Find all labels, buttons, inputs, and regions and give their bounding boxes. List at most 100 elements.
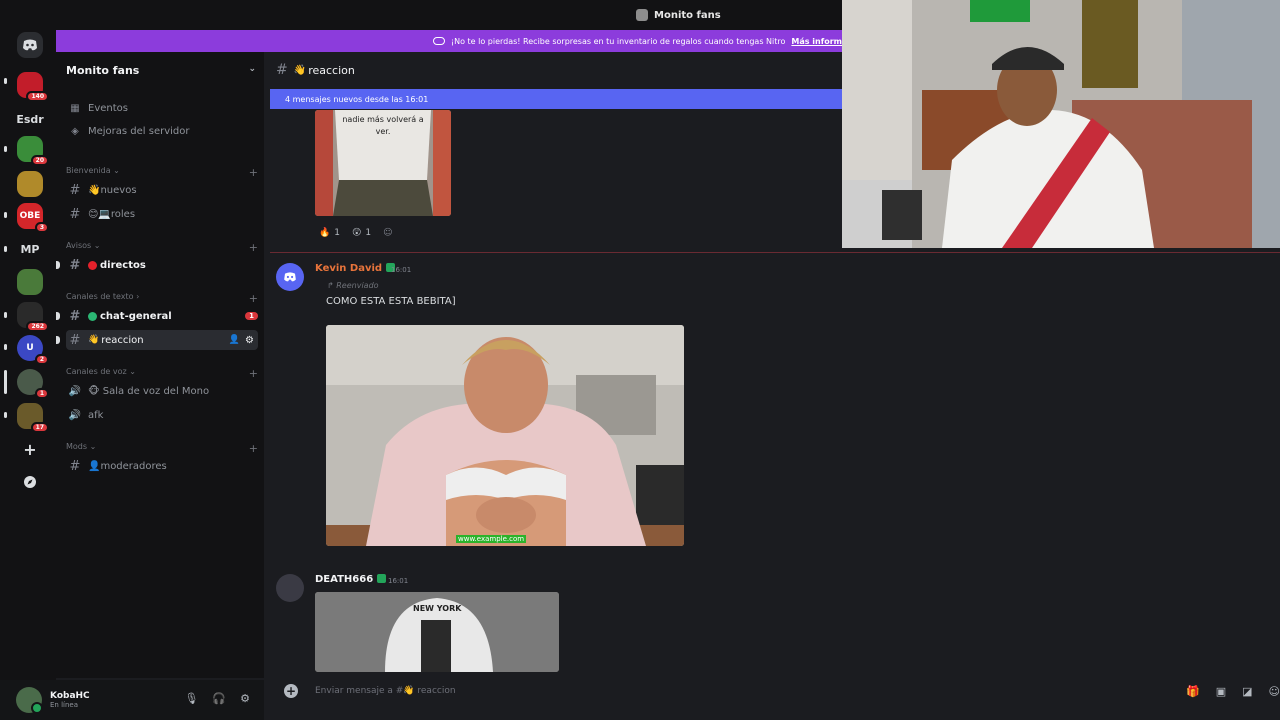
- message-image[interactable]: nadie más volverá a ver.: [315, 110, 451, 216]
- server-name: Monito fans: [66, 64, 140, 77]
- reaction-count: 1: [365, 228, 372, 238]
- message-author[interactable]: Kevin David: [315, 263, 396, 274]
- invite-icon[interactable]: 👤: [229, 335, 240, 345]
- hashtag-icon: #: [69, 332, 81, 348]
- webcam-overlay: [842, 0, 1280, 248]
- add-reaction-button[interactable]: ☺: [379, 228, 396, 238]
- channel-label: directos: [100, 259, 146, 271]
- avatar[interactable]: [276, 263, 304, 291]
- calendar-icon: ▦: [70, 102, 80, 114]
- server-item-11[interactable]: 17: [17, 403, 49, 433]
- boost-icon: ◈: [71, 125, 79, 137]
- add-channel-icon[interactable]: +: [249, 442, 258, 455]
- server-item-4[interactable]: [17, 171, 43, 197]
- sticker-icon[interactable]: ◪: [1242, 685, 1252, 698]
- server-badge: 262: [26, 321, 49, 332]
- category-label: Canales de voz: [66, 367, 127, 376]
- server-item-6[interactable]: MP: [17, 236, 43, 262]
- server-badge: 140: [26, 91, 49, 102]
- channel-header: # 👋 reaccion: [276, 62, 355, 78]
- discord-window: Monito fans 140 Esdr 20 OBE 3 MP 262 U2 1…: [0, 0, 1280, 720]
- category-canales-texto[interactable]: Canales de texto › +: [66, 292, 258, 305]
- channel-reaccion[interactable]: # 👋 reaccion 👤 ⚙: [56, 330, 258, 350]
- reaction-astonished[interactable]: 😲 1: [348, 228, 375, 238]
- wave-emoji-icon: 👋: [293, 64, 307, 76]
- mention-badge: 1: [245, 312, 258, 320]
- unread-indicator: [4, 146, 7, 152]
- channel-nuevos[interactable]: # 👋nuevos: [66, 180, 258, 200]
- channel-moderadores[interactable]: # 👤moderadores: [66, 456, 258, 476]
- server-boosts-link[interactable]: ◈ Mejoras del servidor: [66, 121, 258, 141]
- speaker-icon: 🔊: [68, 385, 82, 397]
- add-server-icon[interactable]: +: [17, 436, 43, 462]
- category-canales-voz[interactable]: Canales de voz ⌄ +: [66, 367, 258, 380]
- hashtag-icon: #: [69, 182, 81, 198]
- category-label: Canales de texto: [66, 292, 134, 301]
- gear-icon[interactable]: ⚙: [245, 335, 254, 346]
- server-item-8[interactable]: 262: [17, 302, 49, 332]
- red-circle-icon: [88, 260, 97, 270]
- add-channel-icon[interactable]: +: [249, 166, 258, 179]
- server-badge: 20: [30, 155, 49, 166]
- server-item-9[interactable]: U2: [17, 335, 49, 365]
- speaker-icon: 🔊: [68, 409, 82, 421]
- add-channel-icon[interactable]: +: [249, 367, 258, 380]
- nitro-banner: ¡No te lo pierdas! Recibe sorpresas en t…: [56, 30, 842, 52]
- server-item-7[interactable]: [17, 269, 43, 295]
- channel-title: reaccion: [308, 63, 355, 77]
- emoji-icon[interactable]: ☺: [1269, 685, 1280, 698]
- microphone-icon[interactable]: 🎙: [184, 692, 198, 705]
- voice-channel-afk[interactable]: 🔊 afk: [66, 405, 258, 425]
- server-item-1[interactable]: 140: [17, 72, 49, 102]
- unread-indicator: [56, 312, 60, 320]
- discord-home-icon[interactable]: [17, 32, 43, 58]
- gift-icon[interactable]: 🎁: [1186, 685, 1200, 698]
- discord-logo-icon: [284, 272, 296, 282]
- category-mods[interactable]: Mods ⌄ +: [66, 442, 258, 455]
- unread-indicator: [56, 261, 60, 269]
- channel-roles[interactable]: # 😊💻roles: [66, 204, 258, 224]
- unread-indicator: [4, 212, 7, 218]
- server-badge: 17: [30, 422, 49, 433]
- reaction-count: 1: [334, 228, 340, 238]
- headphones-icon[interactable]: 🎧: [212, 692, 226, 705]
- voice-channel-sala[interactable]: 🔊 🐵 Sala de voz del Mono: [66, 381, 258, 401]
- avatar[interactable]: [16, 687, 43, 714]
- discover-icon[interactable]: [17, 469, 43, 495]
- message-author[interactable]: DEATH666: [315, 574, 387, 585]
- message-image[interactable]: NEW YORK: [315, 592, 559, 672]
- category-avisos[interactable]: Avisos ⌄ +: [66, 241, 258, 254]
- user-panel: KobaHC En línea 🎙 🎧 ⚙: [0, 680, 264, 720]
- server-item-2[interactable]: Esdr: [16, 106, 43, 132]
- add-attachment-icon[interactable]: +: [284, 684, 298, 698]
- events-label: Eventos: [88, 102, 128, 114]
- gif-icon[interactable]: ▣: [1216, 685, 1226, 698]
- server-header[interactable]: Monito fans ⌄: [66, 64, 258, 77]
- gear-icon[interactable]: ⚙: [240, 692, 250, 705]
- server-badge: 2: [34, 354, 49, 365]
- add-channel-icon[interactable]: +: [249, 292, 258, 305]
- author-name: DEATH666: [315, 574, 374, 585]
- category-bienvenida[interactable]: Bienvenida ⌄ +: [66, 166, 258, 179]
- boosts-label: Mejoras del servidor: [88, 125, 190, 137]
- message-timestamp: 16:01: [388, 577, 409, 585]
- channel-chat-general[interactable]: # chat-general 1: [56, 306, 258, 326]
- unread-indicator: [4, 344, 7, 350]
- events-link[interactable]: ▦ Eventos: [66, 98, 258, 118]
- message-image[interactable]: www.example.com: [326, 325, 684, 546]
- wave-emoji-icon: 👋: [88, 335, 100, 345]
- window-title: Monito fans: [654, 9, 721, 21]
- server-item-10[interactable]: 1: [17, 369, 49, 399]
- unread-indicator: [4, 312, 7, 318]
- channel-directos[interactable]: # directos: [56, 255, 258, 275]
- server-item-3[interactable]: 20: [17, 136, 49, 166]
- message-input[interactable]: Enviar mensaje a #👋 reaccion: [315, 686, 456, 696]
- forwarded-text: Reenviado: [336, 281, 379, 290]
- avatar[interactable]: [276, 574, 304, 602]
- reaction-fire[interactable]: 🔥 1: [315, 228, 344, 238]
- new-messages-bar[interactable]: 4 mensajes nuevos desde las 16:01: [270, 89, 842, 109]
- forwarded-label: ↱ Reenviado: [327, 281, 379, 290]
- server-item-5[interactable]: OBE 3: [17, 203, 49, 233]
- add-channel-icon[interactable]: +: [249, 241, 258, 254]
- banner-link[interactable]: Más inform: [791, 37, 842, 46]
